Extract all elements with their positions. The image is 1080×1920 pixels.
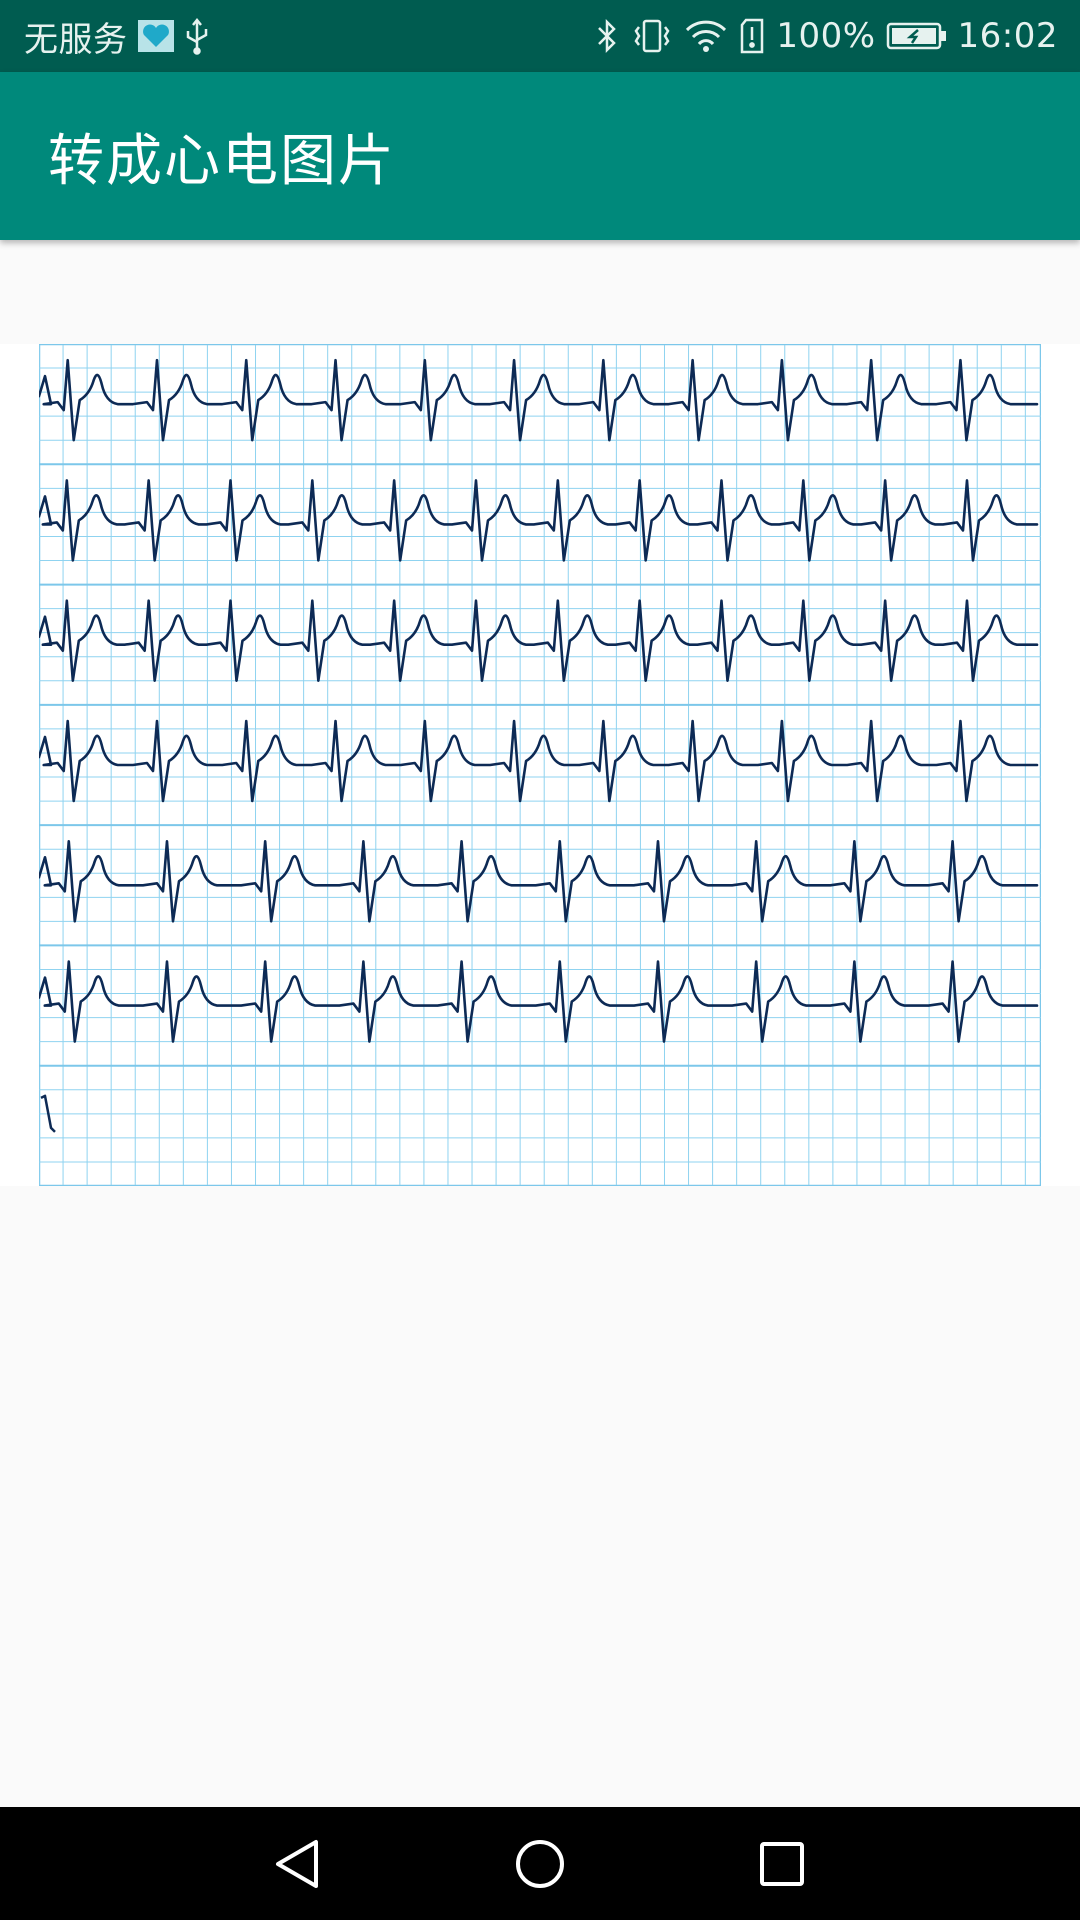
battery-charging-icon xyxy=(886,20,948,52)
clock-time: 16:02 xyxy=(957,16,1058,56)
wifi-icon xyxy=(684,18,728,54)
back-button[interactable] xyxy=(253,1819,343,1909)
ecg-panel xyxy=(0,344,1080,1186)
navigation-bar xyxy=(0,1807,1080,1920)
bluetooth-icon xyxy=(594,17,620,55)
status-bar-right: 100% 16:02 xyxy=(594,16,1058,56)
home-button[interactable] xyxy=(495,1819,585,1909)
sim-alert-icon xyxy=(738,17,766,55)
status-bar-left: 无服务 xyxy=(24,12,210,61)
home-icon xyxy=(516,1839,564,1888)
carrier-text: 无服务 xyxy=(24,19,128,60)
status-bar: 无服务 100% 16:02 xyxy=(0,0,1080,72)
back-icon xyxy=(276,1839,318,1888)
ecg-grid-border xyxy=(39,344,1041,1186)
battery-percent: 100% xyxy=(776,16,876,56)
recents-icon xyxy=(760,1841,804,1886)
app-bar: 转成心电图片 xyxy=(0,72,1080,240)
health-app-icon xyxy=(137,20,174,52)
page-title: 转成心电图片 xyxy=(48,128,396,194)
ecg-chart xyxy=(39,344,1041,1186)
usb-icon xyxy=(184,17,210,55)
vibrate-icon xyxy=(630,17,674,55)
recents-button[interactable] xyxy=(737,1819,827,1909)
